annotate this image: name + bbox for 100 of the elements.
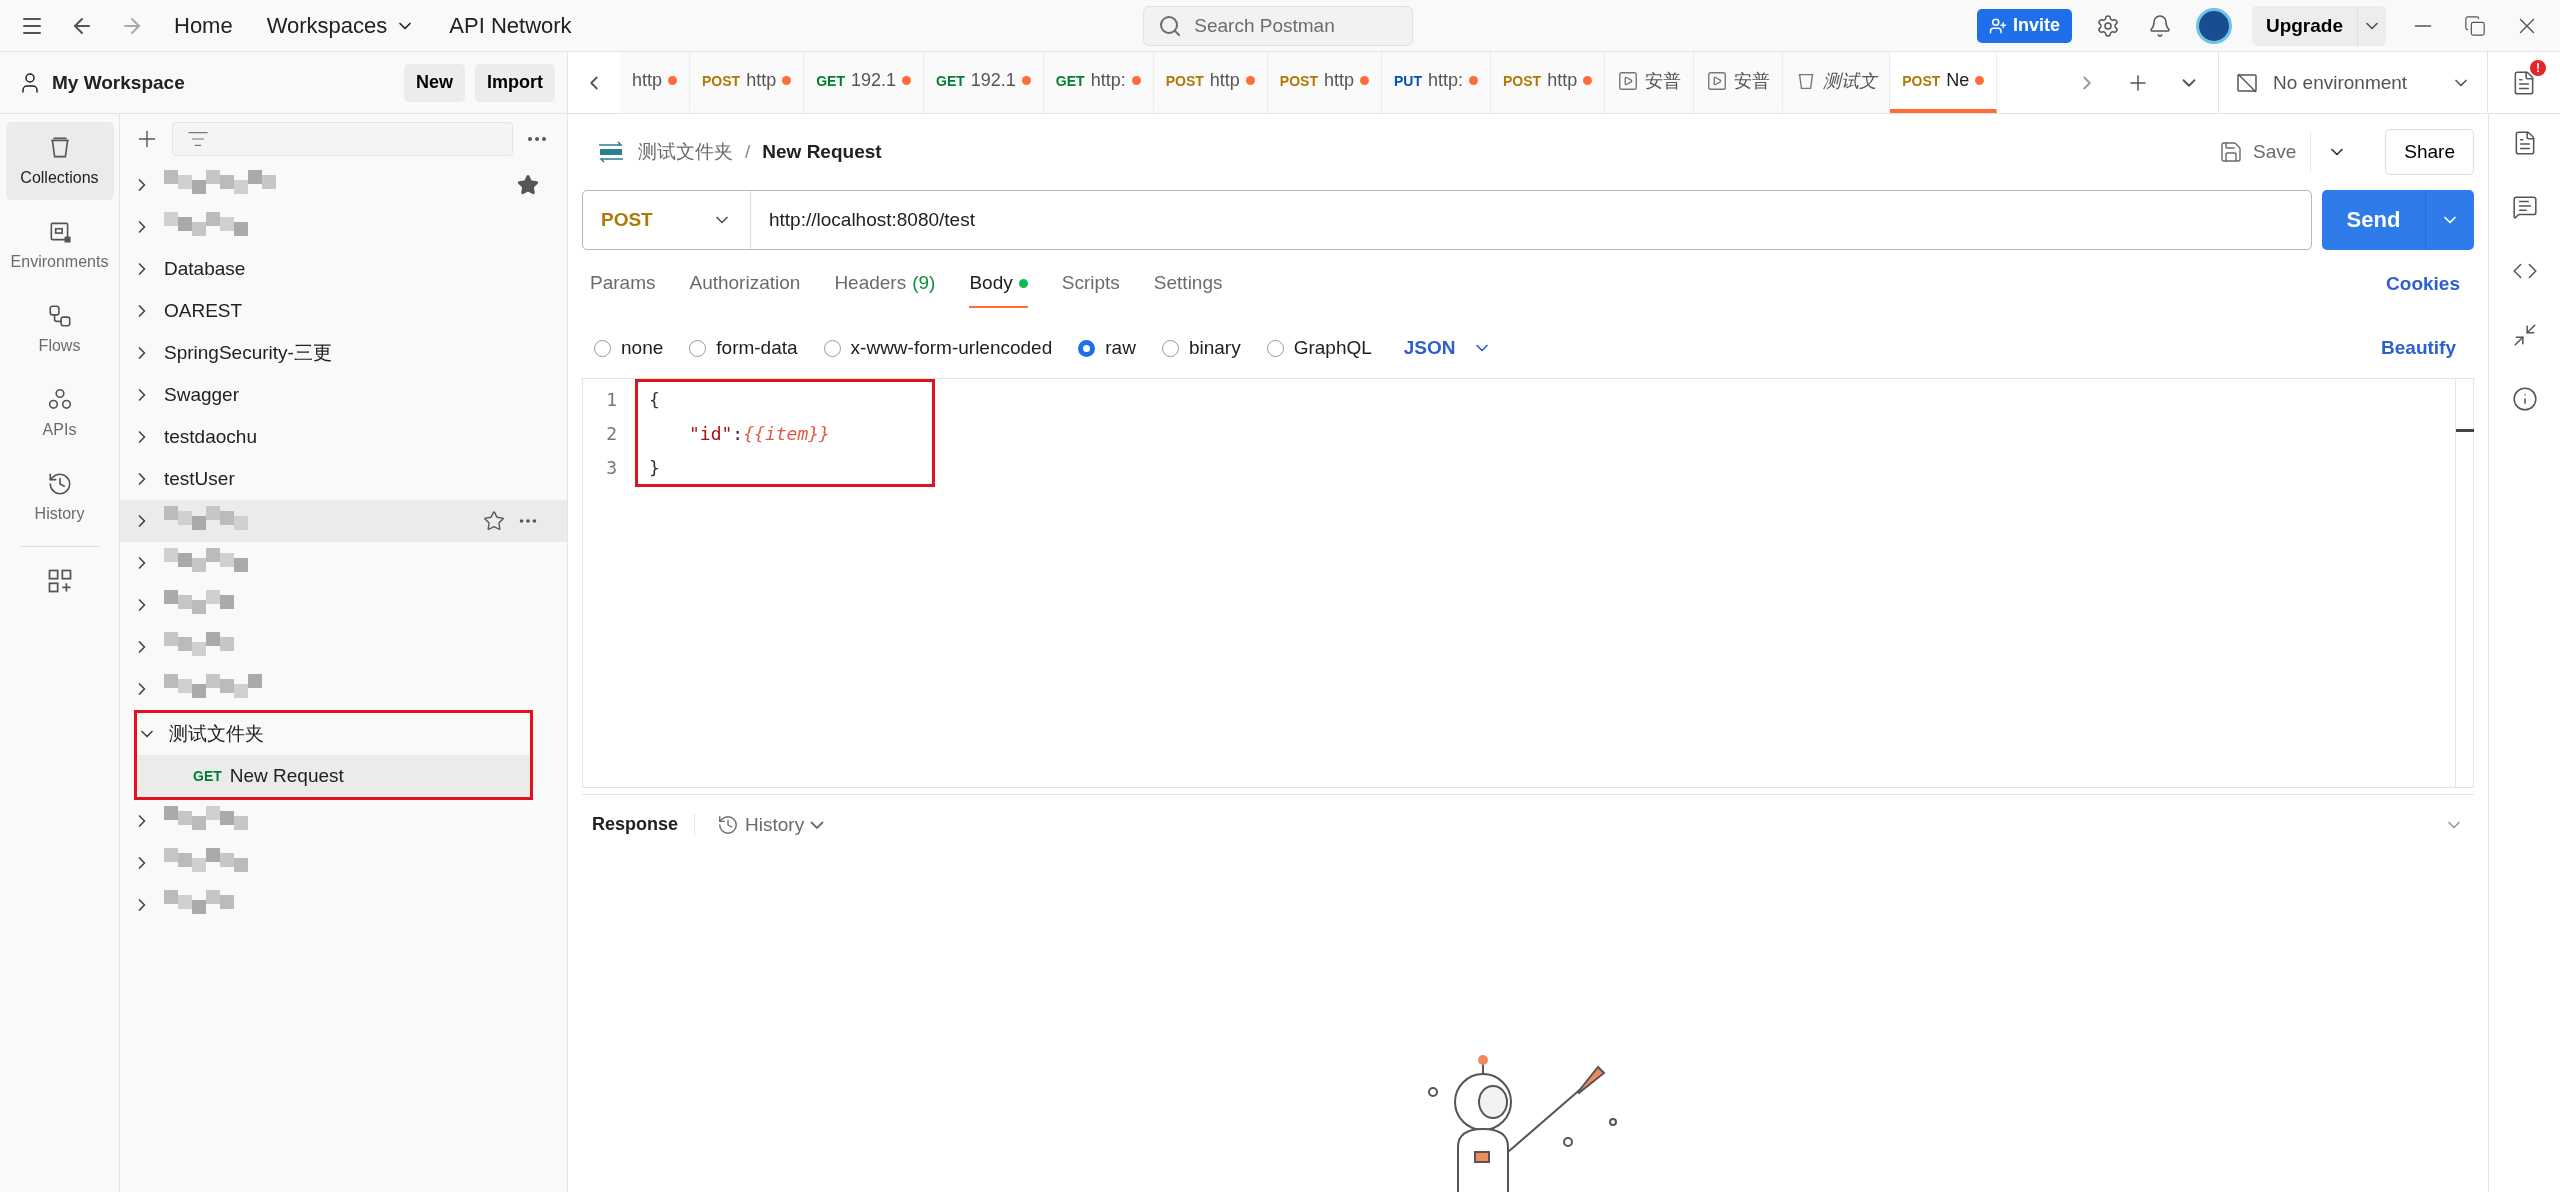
rail-item[interactable]: Collections	[5, 122, 114, 200]
play-icon	[1617, 69, 1640, 92]
line-number: 1	[605, 388, 618, 410]
request-option-tab[interactable]: Headers (9)	[834, 260, 936, 308]
rail-item[interactable]: Flows	[5, 290, 114, 368]
tab-label: http	[632, 70, 663, 91]
beautify-link[interactable]: Beautify	[2375, 336, 2462, 360]
request-option-tab[interactable]: Body	[969, 260, 1028, 308]
tab-label: http	[1547, 70, 1578, 91]
tab-label: 测试文	[1823, 69, 1878, 93]
tab-label: 192.1	[970, 70, 1016, 91]
filter-field[interactable]	[172, 122, 513, 156]
search-field[interactable]: Search Postman	[1143, 5, 1414, 46]
radio-button[interactable]	[1078, 339, 1096, 357]
body-type-option[interactable]: none	[594, 337, 664, 359]
request-tab[interactable]: 安普	[1605, 52, 1695, 113]
tab-label: 192.1	[850, 70, 896, 91]
collection-item[interactable]: Database	[120, 248, 567, 290]
rail-item[interactable]: History	[5, 458, 114, 536]
tab-label: 安普	[1645, 69, 1682, 93]
save-icon	[2219, 140, 2243, 164]
history-button[interactable]: History	[711, 812, 831, 837]
method-label: GET	[936, 72, 965, 89]
request-tab[interactable]: POST Ne	[1890, 52, 1998, 113]
method-label: POST	[702, 72, 741, 89]
collection-name: 测试文件夹	[169, 722, 265, 746]
nav-link[interactable]: Workspaces	[258, 8, 424, 43]
http-icon	[596, 140, 626, 164]
avatar[interactable]	[2195, 7, 2232, 44]
crossed-square-icon	[2235, 70, 2259, 95]
rail-item[interactable]: Environments	[5, 206, 114, 284]
workspace-button[interactable]: Import	[475, 63, 555, 102]
history-icon	[46, 471, 73, 497]
star-icon[interactable]	[517, 174, 539, 196]
notification-badge: !	[2530, 60, 2546, 76]
method-label: POST	[1279, 72, 1318, 89]
search-input[interactable]: Search Postman	[1192, 13, 1373, 38]
body-type-option[interactable]: x-www-form-urlencoded	[823, 337, 1053, 359]
request-option-tab[interactable]: Authorization	[689, 260, 801, 308]
tab-label: http	[1209, 70, 1240, 91]
comment-icon[interactable]	[2511, 194, 2538, 220]
flows-icon	[46, 303, 73, 329]
request-tab[interactable]: POST http	[690, 52, 805, 113]
body-type-option[interactable]: binary	[1161, 337, 1241, 359]
request-item[interactable]: GET New Request	[137, 755, 530, 797]
body-type-option[interactable]: form-data	[689, 337, 798, 359]
body-type-option[interactable]: GraphQL	[1266, 337, 1372, 359]
invite-button[interactable]: Invite	[1976, 8, 2072, 43]
share-button[interactable]: Share	[2385, 129, 2474, 175]
tab-label: http	[1323, 70, 1354, 91]
nav-link[interactable]: API Network	[441, 8, 580, 43]
environment-selector[interactable]: No environment	[2218, 52, 2488, 113]
request-tab[interactable]: POST http	[1267, 52, 1382, 113]
request-tab[interactable]: GET 192.1	[804, 52, 924, 113]
tab-label: Ne	[1946, 70, 1970, 91]
code-editor[interactable]: 1 { 2 "id":{{item}} 3 }	[582, 378, 2474, 788]
workspace-button[interactable]: New	[404, 63, 465, 102]
collection-item[interactable]: SpringSecurity-三更	[120, 332, 567, 374]
collection-name: Database	[164, 258, 247, 280]
breadcrumb-link[interactable]: 测试文件夹	[638, 139, 733, 165]
method-label: POST	[1165, 72, 1204, 89]
request-option-tab[interactable]: Settings	[1153, 260, 1223, 308]
request-tab[interactable]: GET http:	[1043, 52, 1154, 113]
rail-item[interactable]: APIs	[5, 374, 114, 452]
request-name: New Request	[229, 765, 344, 787]
request-tab[interactable]: GET 192.1	[924, 52, 1044, 113]
scroll-marker	[2456, 429, 2474, 432]
workspace-name: My Workspace	[52, 71, 186, 94]
breadcrumb-separator: /	[745, 141, 751, 163]
request-tab[interactable]: POST http	[1153, 52, 1268, 113]
info-icon[interactable]	[2511, 386, 2538, 412]
save-button[interactable]: Save	[2205, 132, 2312, 172]
method-label: POST	[1902, 72, 1941, 89]
cookies-link[interactable]: Cookies	[2380, 272, 2466, 296]
collection-name: testUser	[164, 468, 236, 490]
user-plus-icon	[1988, 16, 2007, 35]
collection-item[interactable]: testUser	[120, 458, 567, 500]
request-tab[interactable]: PUT http:	[1381, 52, 1491, 113]
collection-item[interactable]: OAREST	[120, 290, 567, 332]
star-icon[interactable]	[483, 510, 505, 532]
search-icon	[1158, 13, 1183, 38]
nav-link[interactable]: Home	[166, 8, 241, 43]
line-number: 3	[605, 456, 618, 478]
request-tab[interactable]: 安普	[1694, 52, 1784, 113]
tab-label: http	[746, 70, 777, 91]
request-tab[interactable]: http	[620, 52, 691, 113]
language-select[interactable]: JSON	[1397, 336, 1498, 360]
method-label: GET	[193, 768, 222, 784]
request-tab[interactable]: 测试文	[1783, 52, 1891, 113]
history-icon	[717, 813, 740, 836]
collection-item[interactable]: 测试文件夹	[137, 713, 530, 755]
code-line: "id":{{item}}	[688, 422, 830, 444]
code-line: {	[648, 388, 660, 410]
request-tab[interactable]: POST http	[1491, 52, 1606, 113]
url-field[interactable]: POST http://localhost:8080/test	[582, 190, 2312, 250]
request-option-tab[interactable]: Scripts	[1061, 260, 1120, 308]
body-type-option[interactable]: raw	[1078, 337, 1136, 359]
collection-item[interactable]: Swagger	[120, 374, 567, 416]
collection-item[interactable]: testdaochu	[120, 416, 567, 458]
request-option-tab[interactable]: Params	[590, 260, 656, 308]
